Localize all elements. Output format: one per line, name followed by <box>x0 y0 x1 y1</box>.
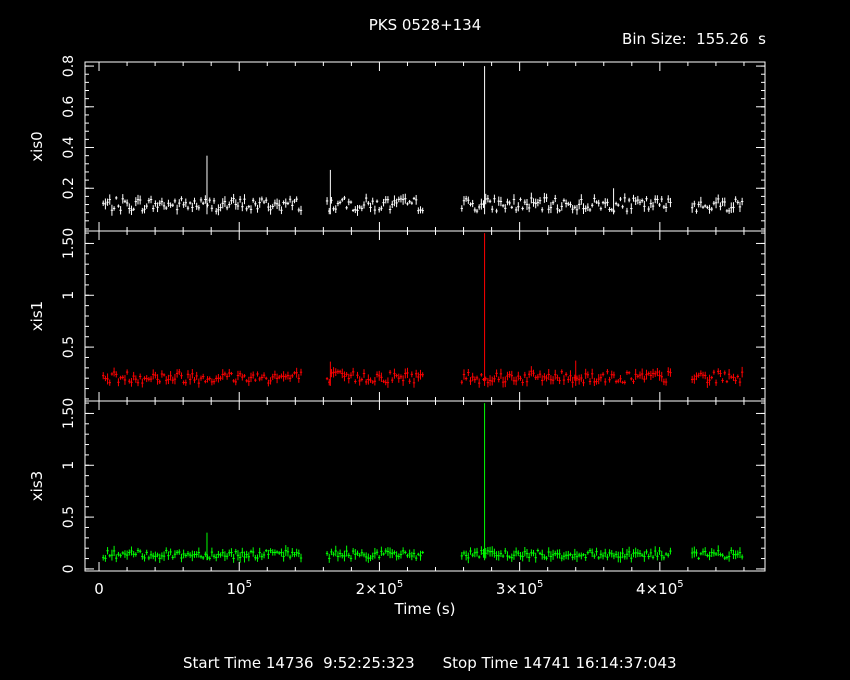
y-tick-label: 0.5 <box>61 336 77 358</box>
bin-size-label: Bin Size: 155.26 s <box>622 30 766 48</box>
y-tick-label: 0.6 <box>61 96 77 118</box>
series-xis0 <box>102 192 744 216</box>
y-tick-label: 0 <box>61 564 77 573</box>
x-tick-label: 3×105 <box>496 579 544 598</box>
x-tick-label: 4×105 <box>636 579 684 598</box>
panel-label-xis1: xis1 <box>28 301 46 331</box>
y-tick-label: 0.8 <box>61 55 77 77</box>
x-tick-label: 2×105 <box>356 579 404 598</box>
y-tick-label: 1 <box>61 461 77 470</box>
y-tick-label: 1.50 <box>61 398 77 429</box>
y-tick-label: 1.50 <box>61 228 77 259</box>
x-tick-label: 105 <box>226 579 251 598</box>
y-tick-label: 0.2 <box>61 177 77 199</box>
panel-label-xis0: xis0 <box>28 131 46 161</box>
panel-frame-xis0 <box>84 61 766 232</box>
x-axis-label: Time (s) <box>394 600 456 618</box>
panel-frame-xis3 <box>84 400 766 572</box>
x-tick-label: 0 <box>94 580 104 598</box>
panel-label-xis3: xis3 <box>28 471 46 501</box>
series-xis3 <box>102 545 744 564</box>
y-tick-label: 0.4 <box>61 136 77 158</box>
series-xis1 <box>102 366 744 388</box>
y-tick-label: 0.5 <box>61 506 77 528</box>
time-range-footer: Start Time 14736 9:52:25:323 Stop Time 14… <box>0 636 850 672</box>
start-time-label: Start Time 14736 9:52:25:323 <box>183 654 415 672</box>
light-curve-plot: 0.2 0.4 0.6 0.8 xis0 0.5 1 1.50 xis1 0 0.5 1 1.50 xis… <box>28 55 766 598</box>
panel-frame-xis1 <box>84 230 766 402</box>
stop-time-label: Stop Time 14741 16:14:37:043 <box>442 654 677 672</box>
y-tick-label: 1 <box>61 291 77 300</box>
